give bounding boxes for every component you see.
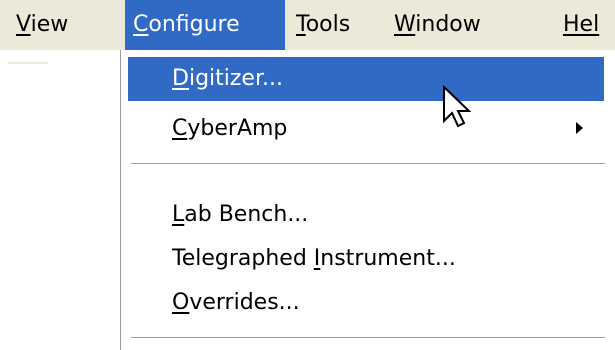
menu-help-mnemonic: Hel [563, 12, 600, 37]
menu-item-digitizer-label: igitizer... [188, 66, 283, 91]
menu-item-cyberamp-mnemonic: C [172, 116, 188, 141]
menu-tools-label: ools [305, 12, 351, 37]
menu-tools-mnemonic: T [296, 12, 306, 37]
menu-item-cyberamp[interactable]: CyberAmp [125, 107, 615, 151]
menu-view[interactable]: View [16, 0, 68, 50]
menu-item-digitizer[interactable]: Digitizer... [128, 57, 604, 101]
menu-separator-bottom [131, 337, 605, 339]
menu-item-telegraphed-instrument-label: nstrument... [320, 246, 456, 271]
menu-item-lab-bench-label: ab Bench... [184, 202, 309, 227]
menu-item-overrides-label: verrides... [189, 290, 300, 315]
menu-item-overrides[interactable]: Overrides... [125, 281, 615, 325]
submenu-arrow-icon [576, 122, 583, 134]
background-divider [8, 62, 48, 64]
menu-tools[interactable]: Tools [296, 0, 350, 50]
menu-item-lab-bench[interactable]: Lab Bench... [125, 193, 615, 237]
menu-view-mnemonic: V [16, 12, 31, 37]
menu-bar: View Configure Tools Window Hel [0, 0, 615, 50]
menu-configure-mnemonic: C [133, 12, 149, 37]
menu-item-lab-bench-mnemonic: L [172, 202, 185, 227]
menu-configure[interactable]: Configure [125, 0, 285, 50]
menu-view-label: iew [30, 12, 69, 37]
menu-window-label: indow [415, 12, 481, 37]
arrow-cursor-icon [439, 84, 479, 135]
menu-item-telegraphed-instrument[interactable]: Telegraphed Instrument... [125, 237, 615, 281]
menu-item-telegraphed-instrument-pre: Telegraphed [172, 246, 314, 271]
menu-separator [131, 163, 605, 165]
menu-configure-label: onfigure [148, 12, 240, 37]
menu-help[interactable]: Hel [563, 0, 599, 50]
configure-dropdown-menu: Digitizer... CyberAmp Lab Bench... Teleg… [120, 50, 615, 350]
menu-item-cyberamp-label: yberAmp [187, 116, 288, 141]
menu-item-digitizer-mnemonic: D [172, 66, 189, 91]
menu-window[interactable]: Window [394, 0, 481, 50]
menu-item-overrides-mnemonic: O [172, 290, 190, 315]
menu-window-mnemonic: W [394, 12, 416, 37]
